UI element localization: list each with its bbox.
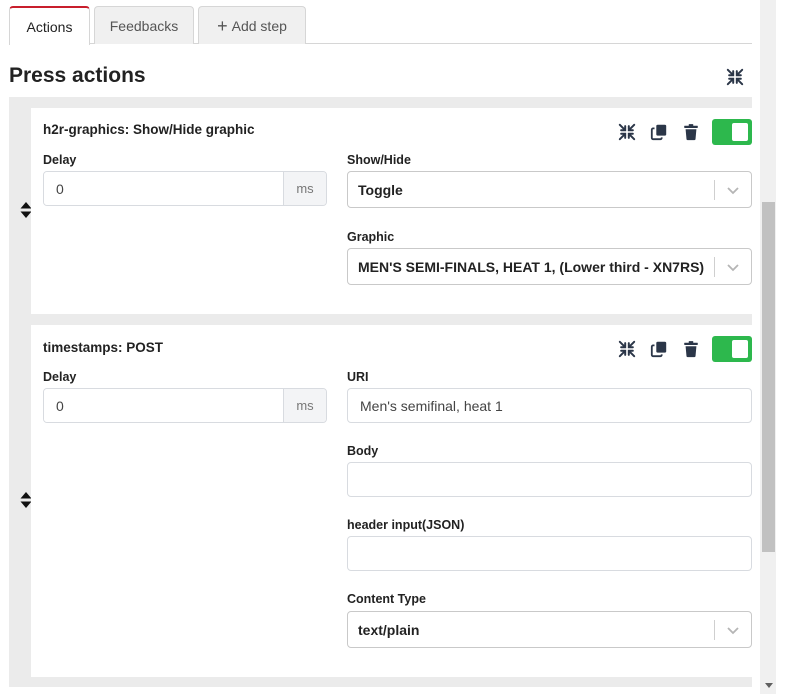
content-type-select[interactable]: text/plain <box>347 611 752 648</box>
select-value: text/plain <box>358 621 420 638</box>
toggle-knob <box>732 123 748 141</box>
header-json-input[interactable] <box>347 536 752 571</box>
select-value: Toggle <box>358 181 403 198</box>
toggle-knob <box>732 340 748 358</box>
tab-label: Feedbacks <box>109 17 179 34</box>
field-label: header input(JSON) <box>347 518 465 532</box>
scroll-down-arrow-icon[interactable] <box>762 680 775 692</box>
trash-icon[interactable] <box>680 121 702 143</box>
show-hide-select[interactable]: Toggle <box>347 171 752 208</box>
delay-label: Delay <box>43 370 77 384</box>
trash-icon[interactable] <box>680 338 702 360</box>
action-toolbar <box>616 119 752 145</box>
enable-toggle[interactable] <box>712 336 752 362</box>
tab-label: Actions <box>26 18 73 35</box>
enable-toggle[interactable] <box>712 119 752 145</box>
action-title: timestamps: POST <box>43 340 164 355</box>
field-label: Show/Hide <box>347 153 411 167</box>
tab-feedbacks[interactable]: Feedbacks <box>94 6 194 44</box>
page-title: Press actions <box>9 64 146 87</box>
delay-unit: ms <box>283 389 326 422</box>
graphic-select[interactable]: MEN'S SEMI-FINALS, HEAT 1, (Lower third … <box>347 248 752 285</box>
collapse-icon[interactable] <box>616 338 638 360</box>
copy-icon[interactable] <box>648 121 670 143</box>
tab-add-step[interactable]: + Add step <box>198 6 306 44</box>
collapse-all-icon[interactable] <box>724 66 746 88</box>
chevron-down-icon <box>715 625 751 635</box>
field-label: Graphic <box>347 230 395 244</box>
select-value: MEN'S SEMI-FINALS, HEAT 1, (Lower third … <box>358 258 705 275</box>
field-label: Content Type <box>347 592 426 606</box>
delay-label: Delay <box>43 153 77 167</box>
copy-icon[interactable] <box>648 338 670 360</box>
action-title: h2r-graphics: Show/Hide graphic <box>43 122 255 137</box>
tab-bar: Actions Feedbacks + Add step <box>9 6 752 45</box>
body-input[interactable] <box>347 462 752 497</box>
delay-input-group: 0 ms <box>43 388 327 423</box>
field-label: Body <box>347 444 379 458</box>
uri-input[interactable]: Men's semifinal, heat 1 <box>347 388 752 423</box>
delay-input[interactable]: 0 <box>44 172 283 205</box>
action-card: h2r-graphics: Show/Hide graphic Delay 0 … <box>31 108 752 314</box>
chevron-down-icon <box>715 185 751 195</box>
action-toolbar <box>616 336 752 362</box>
collapse-icon[interactable] <box>616 121 638 143</box>
delay-unit: ms <box>283 172 326 205</box>
field-label: URI <box>347 370 369 384</box>
tab-actions[interactable]: Actions <box>9 6 90 45</box>
action-card: timestamps: POST Delay 0 ms URI Men's se… <box>31 325 752 677</box>
tab-label: Add step <box>231 17 287 34</box>
delay-input-group: 0 ms <box>43 171 327 206</box>
plus-icon: + <box>217 15 228 36</box>
chevron-down-icon <box>715 262 751 272</box>
delay-input[interactable]: 0 <box>44 389 283 422</box>
scrollbar-thumb[interactable] <box>762 202 775 552</box>
